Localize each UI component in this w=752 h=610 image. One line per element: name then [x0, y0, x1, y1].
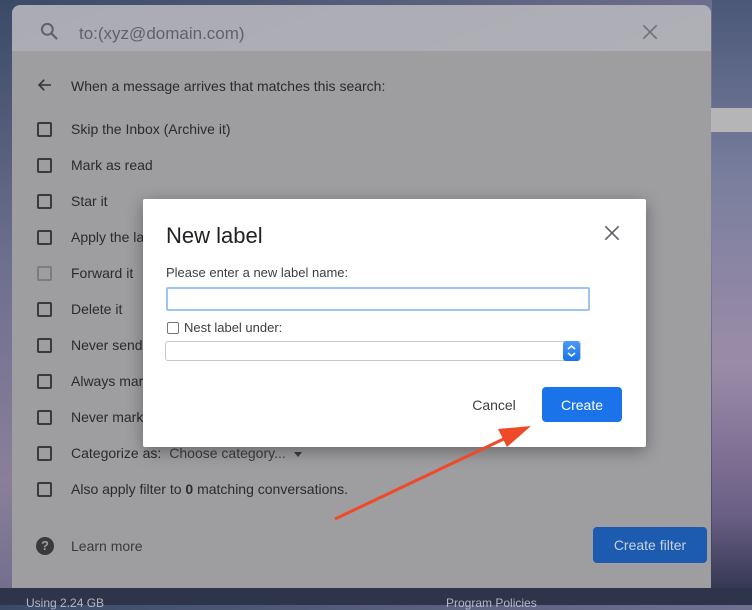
filter-panel-header: When a message arrives that matches this… [71, 78, 386, 94]
checkbox[interactable] [37, 193, 52, 209]
create-button[interactable]: Create [542, 387, 622, 422]
option-never-send-spam[interactable]: Never send [37, 336, 143, 354]
checkbox[interactable] [37, 121, 52, 137]
option-delete-it[interactable]: Delete it [37, 300, 122, 318]
option-never-mark-important[interactable]: Never mark [37, 408, 143, 426]
learn-more-link[interactable]: Learn more [71, 538, 143, 554]
option-label: Apply the la [71, 229, 145, 245]
checkbox[interactable] [37, 301, 52, 317]
search-icon[interactable] [39, 21, 59, 41]
option-label: Star it [71, 193, 108, 209]
option-skip-inbox[interactable]: Skip the Inbox (Archive it) [37, 120, 231, 138]
option-label: Also apply filter to 0 matching conversa… [71, 480, 348, 498]
checkbox[interactable] [37, 265, 52, 281]
label-name-prompt: Please enter a new label name: [166, 265, 349, 280]
program-policies-link[interactable]: Program Policies [446, 596, 537, 610]
also-apply-suffix: matching conversations. [193, 481, 349, 497]
dialog-title: New label [166, 223, 263, 248]
search-bar: to:(xyz@domain.com) [12, 5, 711, 51]
option-categorize[interactable]: Categorize as: Choose category... [37, 444, 302, 462]
close-icon[interactable] [640, 22, 660, 42]
option-label: Never mark [71, 409, 144, 425]
option-always-mark-important[interactable]: Always mar [37, 372, 143, 390]
checkbox[interactable] [37, 481, 52, 497]
select-stepper-icon[interactable] [563, 341, 580, 361]
cancel-button[interactable]: Cancel [456, 387, 532, 423]
storage-usage: Using 2.24 GB [26, 596, 105, 610]
background-image [712, 0, 752, 605]
option-mark-read[interactable]: Mark as read [37, 156, 153, 174]
option-label: Never send [71, 337, 143, 353]
parent-label-select[interactable] [165, 341, 581, 361]
option-also-apply[interactable]: Also apply filter to 0 matching conversa… [37, 480, 348, 498]
also-apply-prefix: Also apply filter to [71, 481, 186, 497]
nest-label-row: Nest label under: [167, 320, 282, 335]
checkbox[interactable] [37, 445, 52, 461]
option-forward-it[interactable]: Forward it [37, 264, 133, 282]
help-icon[interactable]: ? [36, 537, 54, 555]
option-label: Mark as read [71, 157, 153, 173]
categorize-label: Categorize as: [71, 445, 162, 461]
search-input[interactable]: to:(xyz@domain.com) [79, 24, 245, 44]
checkbox[interactable] [37, 229, 52, 245]
nest-label-text: Nest label under: [184, 320, 283, 335]
background-sliver [711, 108, 752, 132]
checkbox[interactable] [37, 337, 52, 353]
nest-label-checkbox[interactable] [167, 321, 179, 334]
create-filter-button[interactable]: Create filter [593, 527, 707, 563]
label-name-input[interactable] [166, 287, 590, 311]
bottom-bar [0, 588, 752, 605]
option-star-it[interactable]: Star it [37, 192, 108, 210]
close-icon[interactable] [602, 223, 622, 243]
back-arrow-icon[interactable] [36, 76, 54, 94]
checkbox[interactable] [37, 157, 52, 173]
option-label: Delete it [71, 301, 123, 317]
option-label: Forward it [71, 265, 134, 281]
new-label-dialog: New label Please enter a new label name:… [143, 199, 646, 447]
option-apply-label[interactable]: Apply the la [37, 228, 144, 246]
checkbox[interactable] [37, 409, 52, 425]
category-dropdown[interactable]: Choose category... [169, 445, 285, 461]
checkbox[interactable] [37, 373, 52, 389]
option-label: Skip the Inbox (Archive it) [71, 121, 231, 137]
option-label: Always mar [71, 373, 144, 389]
caret-down-icon[interactable] [293, 451, 302, 457]
